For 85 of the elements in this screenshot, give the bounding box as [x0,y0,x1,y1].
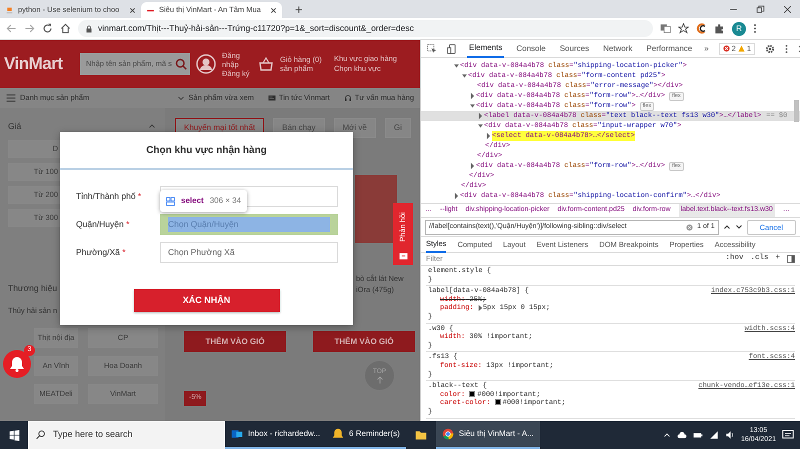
expanded-arrow-icon[interactable] [469,102,476,110]
inspect-tooltip: select 306 × 34 [160,190,248,212]
translate-icon[interactable] [660,23,671,34]
chevron-up-icon[interactable] [662,431,671,439]
puzzle-icon[interactable] [714,23,725,34]
select-field[interactable]: Chọn Phường Xã [160,242,338,263]
bell-icon [332,428,344,440]
bell-icon [9,356,25,372]
cloud-icon[interactable] [676,430,687,440]
warning-icon [738,45,745,52]
battery-icon[interactable] [692,430,703,440]
kebab-icon[interactable] [785,44,788,54]
taskbar-search-field[interactable]: Type here to search [28,421,225,449]
search-icon [36,430,46,440]
chevron-up-icon[interactable] [722,223,731,231]
clear-icon[interactable] [686,224,694,230]
star-icon[interactable] [678,23,689,34]
taskbar-app-button[interactable]: 6 Reminder(s) [326,421,406,449]
settings-icon[interactable] [765,44,776,54]
chat-icon [398,252,408,261]
dialog-title: Chọn khu vực nhận hàng [60,132,353,170]
sidebar-toggle-icon[interactable] [787,255,795,263]
close-icon[interactable] [270,6,277,14]
field-label: Phường/Xã * [76,246,127,259]
wifi-icon[interactable] [708,430,719,440]
add-to-cart-button[interactable]: THÊM VÀO GIỎ [184,331,286,352]
folder-icon [414,429,427,441]
new-tab-button[interactable]: + [292,3,306,17]
devtools-tab[interactable]: Console [514,40,548,58]
expand-arrow-icon[interactable] [478,304,483,311]
close-icon[interactable] [783,4,792,14]
devtools-tab[interactable]: Sources [558,40,592,58]
field-label: Tỉnh/Thành phố * [76,190,142,203]
address-bar[interactable]: vinmart.com/Thịt---Thuỷ-hải-sản---Trứng-c11720?p=1&_sort=discount&_order=desc [78,20,653,37]
error-icon [722,45,730,52]
more-tabs-button[interactable]: » [704,42,709,54]
filter-heading: Giá [8,120,22,133]
reload-icon[interactable] [42,23,53,34]
expanded-arrow-icon[interactable] [477,122,484,130]
hamburger-icon [6,93,16,103]
headset-icon [344,94,352,102]
browser-app-icon [442,428,454,440]
scrollbar[interactable] [794,100,799,122]
arrow-up-icon [376,376,384,384]
taskbar-app-button[interactable]: Siêu thị VinMart - A... [436,421,540,449]
devtools-tab[interactable]: Elements [467,40,504,58]
search-icon [175,58,187,70]
expanded-arrow-icon[interactable] [453,62,460,70]
collapsed-arrow-icon[interactable] [453,192,460,200]
filter-heading: Thương hiệu [8,282,58,294]
newspaper-icon [268,94,276,102]
collapsed-arrow-icon[interactable] [469,162,476,170]
product-photo [355,175,397,243]
devtools-tab[interactable]: Network [601,40,634,58]
tab-favicon-icon [5,6,14,14]
inspect-icon[interactable] [427,44,437,54]
menu-icon[interactable] [753,23,757,34]
collapsed-arrow-icon[interactable] [485,132,492,140]
grid-icon [166,196,175,206]
lock-icon [85,24,93,32]
expanded-arrow-icon[interactable] [461,72,468,80]
profile-avatar[interactable]: R [732,22,746,36]
mail-app-icon [231,428,243,440]
user-icon [196,54,216,74]
field-label: Quận/Huyện * [76,218,130,231]
collapsed-arrow-icon[interactable] [469,92,476,100]
restore-icon[interactable] [756,4,765,14]
vinmart-logo[interactable]: VinMart [4,51,74,77]
devtools-tab[interactable]: Performance [644,40,694,58]
notifications-icon[interactable] [782,429,794,441]
extension-icon[interactable] [696,23,707,34]
home-icon[interactable] [60,23,71,34]
close-icon[interactable] [129,6,136,14]
speaker-icon[interactable] [724,430,735,440]
confirm-button[interactable]: XÁC NHẬN [134,289,280,312]
color-swatch[interactable] [494,399,501,406]
windows-start-icon[interactable] [8,430,20,440]
collapsed-arrow-icon[interactable] [477,112,484,120]
chevron-down-icon[interactable] [734,223,743,231]
add-to-cart-button[interactable]: THÊM VÀO GIỎ [313,331,415,352]
color-swatch[interactable] [469,390,476,397]
basket-icon [258,56,274,72]
taskbar-app-button[interactable]: Inbox - richardedw... [225,421,326,449]
device-icon[interactable] [447,44,457,54]
caret-icon [177,94,186,102]
